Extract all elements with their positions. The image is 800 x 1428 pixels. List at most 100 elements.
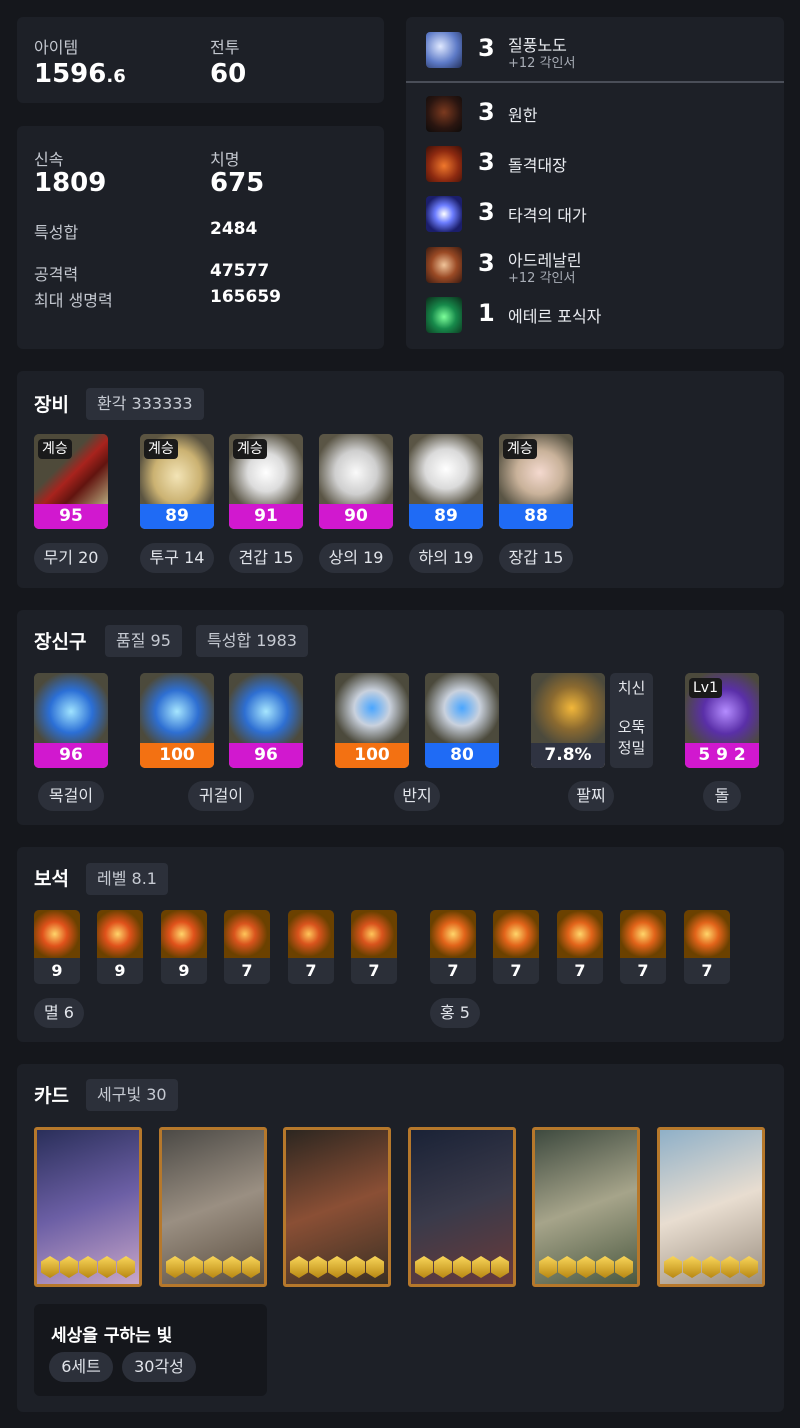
- annihilation-gem-icon: [288, 910, 334, 958]
- combat-level-label: 전투: [210, 38, 240, 57]
- adrenaline-icon: [426, 247, 462, 283]
- awakening-star-icon: [596, 1256, 614, 1278]
- equipment-helmet[interactable]: 계승 89: [140, 434, 214, 529]
- crimson-gem[interactable]: 7: [557, 910, 603, 984]
- engraving-row[interactable]: 1 에테르 포식자: [426, 297, 786, 333]
- bracelet-stats: 치신 오뚝 정밀: [610, 673, 653, 768]
- equipment-top[interactable]: 90: [319, 434, 393, 529]
- awakening-star-icon: [664, 1256, 682, 1278]
- ability-stone[interactable]: Lv1 5 9 2: [685, 673, 759, 768]
- cards-title: 카드: [34, 1085, 69, 1107]
- engraving-level: 3: [478, 34, 495, 62]
- accessory-necklace[interactable]: 96: [34, 673, 108, 768]
- combat-level-value: 60: [210, 59, 247, 89]
- gem-level: 7: [241, 961, 253, 980]
- gem-level: 9: [51, 961, 63, 980]
- bracelet-icon: [531, 673, 605, 743]
- equipment-shoulder[interactable]: 계승 91: [229, 434, 303, 529]
- ring-icon: [425, 673, 499, 743]
- ether-predator-icon: [426, 297, 462, 333]
- engraving-row[interactable]: 3 돌격대장: [426, 146, 786, 182]
- awakening-star-icon: [434, 1256, 452, 1278]
- annihilation-gem[interactable]: 9: [34, 910, 80, 984]
- gem-level: 9: [114, 961, 126, 980]
- awakening-star-icon: [615, 1256, 633, 1278]
- engraving-row[interactable]: 3 질풍노도 +12 각인서: [426, 32, 786, 71]
- necklace-label: 목걸이: [38, 781, 104, 811]
- equipment-title: 장비: [34, 394, 69, 416]
- stat-total-label: 특성합: [34, 223, 79, 242]
- card-set-chip: 세구빛 30: [86, 1079, 178, 1111]
- card-3[interactable]: [283, 1127, 391, 1287]
- awakening-star-icon: [415, 1256, 433, 1278]
- earring-icon: [229, 673, 303, 743]
- stone-value: 5 9 2: [685, 743, 759, 768]
- accessory-earring-2[interactable]: 96: [229, 673, 303, 768]
- card-6[interactable]: [657, 1127, 765, 1287]
- awakening-stars: [41, 1256, 135, 1280]
- bracelet-stat: 오뚝: [617, 718, 646, 736]
- card-2[interactable]: [159, 1127, 267, 1287]
- stat-total-value: 2484: [210, 219, 258, 239]
- awakening-star-icon: [539, 1256, 557, 1278]
- card-set-count: 6세트: [49, 1352, 113, 1382]
- annihilation-gem[interactable]: 7: [288, 910, 334, 984]
- annihilation-gem[interactable]: 9: [161, 910, 207, 984]
- card-4[interactable]: [408, 1127, 516, 1287]
- engraving-name: 타격의 대가: [508, 206, 587, 225]
- engraving-name: 원한: [508, 106, 538, 125]
- gale-icon: [426, 32, 462, 68]
- annihilation-gem-icon: [161, 910, 207, 958]
- card-5[interactable]: [532, 1127, 640, 1287]
- accessory-bracelet[interactable]: 7.8%: [531, 673, 605, 768]
- hit-master-icon: [426, 196, 462, 232]
- accessories-panel: 장신구 품질 95 특성합 1983 96 100 96 100 80 7.8%…: [17, 610, 784, 825]
- swift-label: 신속: [34, 150, 64, 169]
- equipment-gloves[interactable]: 계승 88: [499, 434, 573, 529]
- awakening-stars: [166, 1256, 260, 1280]
- item-level-value: 1596.6: [34, 59, 126, 89]
- awakening-star-icon: [683, 1256, 701, 1278]
- engraving-book: +12 각인서: [508, 271, 576, 286]
- accessory-earring-1[interactable]: 100: [140, 673, 214, 768]
- engraving-row[interactable]: 3 아드레날린 +12 각인서: [426, 247, 786, 286]
- bracelet-stat: 정밀: [617, 739, 646, 757]
- annihilation-gem[interactable]: 7: [224, 910, 270, 984]
- max-hp-label: 최대 생명력: [34, 291, 113, 310]
- annihilation-gem[interactable]: 7: [351, 910, 397, 984]
- crimson-gem[interactable]: 7: [430, 910, 476, 984]
- crimson-gem[interactable]: 7: [620, 910, 666, 984]
- succession-tag: 계승: [144, 439, 178, 459]
- gems-title: 보석: [34, 868, 69, 890]
- crimson-gem[interactable]: 7: [493, 910, 539, 984]
- divider: [406, 81, 784, 83]
- crimson-gem[interactable]: 7: [684, 910, 730, 984]
- awakening-star-icon: [491, 1256, 509, 1278]
- crit-label: 치명: [210, 150, 240, 169]
- accessory-ring-1[interactable]: 100: [335, 673, 409, 768]
- attack-label: 공격력: [34, 265, 79, 284]
- quality-bar: 95: [34, 504, 108, 529]
- succession-tag: 계승: [38, 439, 72, 459]
- awakening-star-icon: [721, 1256, 739, 1278]
- max-hp-value: 165659: [210, 287, 281, 307]
- accessory-ring-2[interactable]: 80: [425, 673, 499, 768]
- top-icon: [319, 434, 393, 504]
- pants-icon: [409, 434, 483, 504]
- ring-label: 반지: [394, 781, 440, 811]
- equipment-pants[interactable]: 89: [409, 434, 483, 529]
- quality-bar: 88: [499, 504, 573, 529]
- annihilation-gem[interactable]: 9: [97, 910, 143, 984]
- card-1[interactable]: [34, 1127, 142, 1287]
- awakening-stars: [539, 1256, 633, 1280]
- awakening-star-icon: [347, 1256, 365, 1278]
- engraving-row[interactable]: 3 타격의 대가: [426, 196, 786, 232]
- awakening-star-icon: [366, 1256, 384, 1278]
- gem-level: 7: [574, 961, 586, 980]
- raid-captain-icon: [426, 146, 462, 182]
- cards-panel: 카드 세구빛 30 세상을 구하는 빛 6세트 30각성: [17, 1064, 784, 1412]
- gem-level: 7: [701, 961, 713, 980]
- elixir-chip: 환각 333333: [86, 388, 204, 420]
- engraving-row[interactable]: 3 원한: [426, 96, 786, 132]
- equipment-weapon[interactable]: 계승 95: [34, 434, 108, 529]
